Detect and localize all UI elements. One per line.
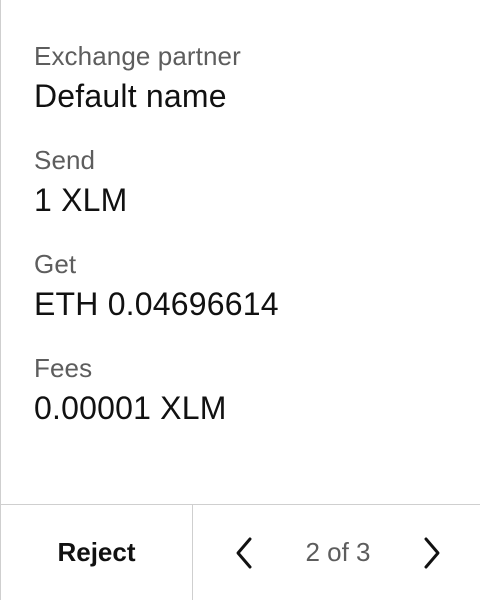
chevron-right-icon[interactable] xyxy=(421,535,443,571)
footer-bar: Reject 2 of 3 xyxy=(1,504,480,600)
field-value: ETH 0.04696614 xyxy=(34,286,279,322)
field-label: Get xyxy=(34,249,77,279)
transaction-details: Exchange partner Default name Send 1 XLM… xyxy=(34,40,470,428)
field-send: Send 1 XLM xyxy=(34,144,470,220)
pager: 2 of 3 xyxy=(193,505,480,600)
field-label: Exchange partner xyxy=(34,41,241,71)
field-exchange-partner: Exchange partner Default name xyxy=(34,40,470,116)
field-label: Fees xyxy=(34,353,93,383)
field-value: 0.00001 XLM xyxy=(34,390,227,426)
chevron-left-icon[interactable] xyxy=(233,535,255,571)
transaction-review-screen: Exchange partner Default name Send 1 XLM… xyxy=(0,0,480,600)
field-value: 1 XLM xyxy=(34,182,128,218)
field-label: Send xyxy=(34,145,96,175)
field-fees: Fees 0.00001 XLM xyxy=(34,352,470,428)
reject-button[interactable]: Reject xyxy=(1,505,193,600)
field-value: Default name xyxy=(34,78,227,114)
page-indicator: 2 of 3 xyxy=(305,537,371,567)
field-get: Get ETH 0.04696614 xyxy=(34,248,470,324)
